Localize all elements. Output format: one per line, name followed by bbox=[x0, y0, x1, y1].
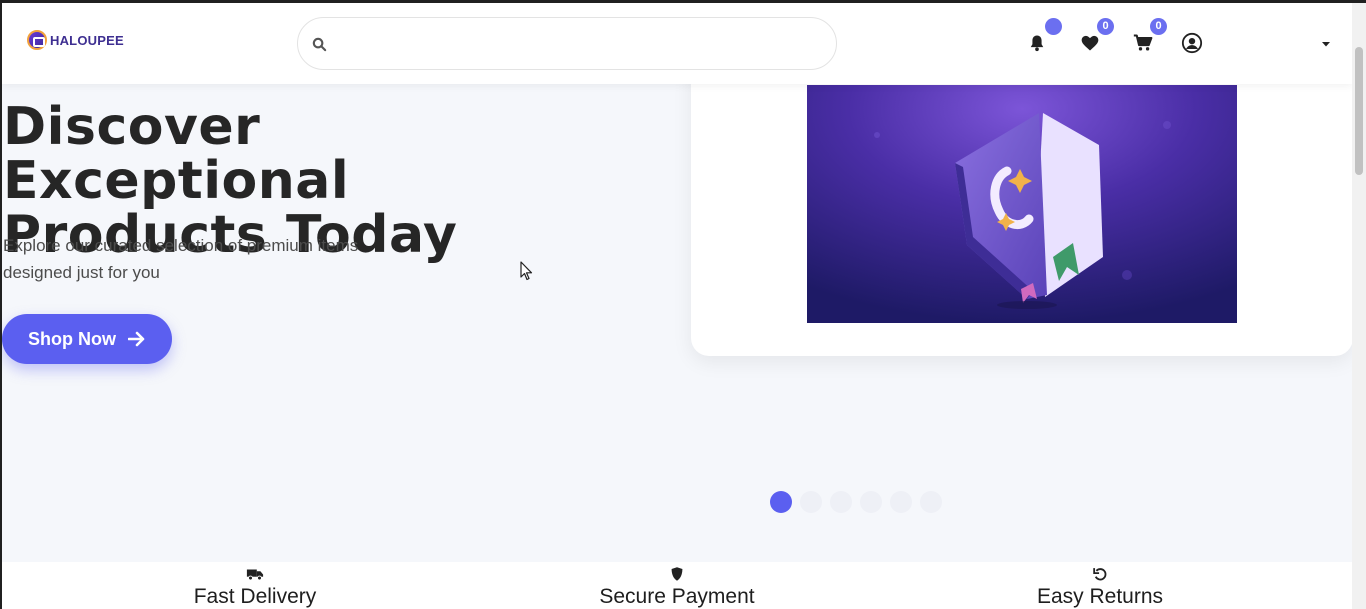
arrow-right-icon bbox=[128, 331, 145, 347]
shield-icon bbox=[671, 567, 683, 581]
hero-title-line1: Discover Exceptional bbox=[3, 97, 350, 211]
feature-secure-payment: Secure Payment bbox=[547, 562, 807, 609]
logo-text: HALOUPEE bbox=[50, 32, 124, 48]
carousel-dot[interactable] bbox=[770, 491, 792, 513]
search-input[interactable] bbox=[342, 28, 822, 60]
notification-dot bbox=[1045, 18, 1062, 35]
feature-label: Secure Payment bbox=[599, 585, 755, 608]
search-icon bbox=[312, 37, 327, 52]
hero-image-card bbox=[691, 40, 1353, 356]
scrollbar-thumb[interactable] bbox=[1355, 47, 1363, 175]
mouse-cursor-icon bbox=[520, 261, 533, 281]
cart-count-badge: 0 bbox=[1150, 18, 1167, 35]
carousel-dot[interactable] bbox=[890, 491, 912, 513]
feature-label: Fast Delivery bbox=[193, 585, 317, 608]
shop-now-button[interactable]: Shop Now bbox=[2, 314, 172, 364]
logo-icon bbox=[27, 30, 47, 50]
heart-icon[interactable] bbox=[1080, 33, 1100, 53]
feature-easy-returns: Easy Returns bbox=[970, 562, 1230, 609]
hero-subtitle: Explore our curated selection of premium… bbox=[3, 236, 359, 282]
chevron-down-icon[interactable] bbox=[1321, 40, 1331, 48]
hero-product-image bbox=[807, 85, 1237, 323]
user-account-icon[interactable] bbox=[1181, 32, 1203, 54]
carousel-dot[interactable] bbox=[830, 491, 852, 513]
window-left-border bbox=[0, 0, 2, 609]
wishlist-count-badge: 0 bbox=[1097, 18, 1114, 35]
cart-icon[interactable] bbox=[1133, 33, 1153, 53]
top-navbar: HALOUPEE 0 0 bbox=[2, 3, 1352, 84]
carousel-dot[interactable] bbox=[920, 491, 942, 513]
carousel-dot[interactable] bbox=[800, 491, 822, 513]
page-scrollbar[interactable] bbox=[1352, 3, 1366, 609]
features-strip: Fast Delivery Secure Payment Easy Return… bbox=[2, 562, 1352, 609]
bell-icon[interactable] bbox=[1027, 33, 1047, 53]
carousel-pagination bbox=[770, 491, 942, 513]
window-top-border bbox=[0, 0, 1366, 3]
feature-label: Easy Returns bbox=[1036, 585, 1164, 608]
undo-icon bbox=[1093, 568, 1107, 581]
shop-now-label: Shop Now bbox=[28, 328, 116, 349]
feature-fast-delivery: Fast Delivery bbox=[125, 562, 385, 609]
truck-icon bbox=[246, 569, 264, 581]
search-bar[interactable] bbox=[297, 17, 837, 70]
carousel-dot[interactable] bbox=[860, 491, 882, 513]
brand-logo[interactable]: HALOUPEE bbox=[27, 30, 124, 50]
